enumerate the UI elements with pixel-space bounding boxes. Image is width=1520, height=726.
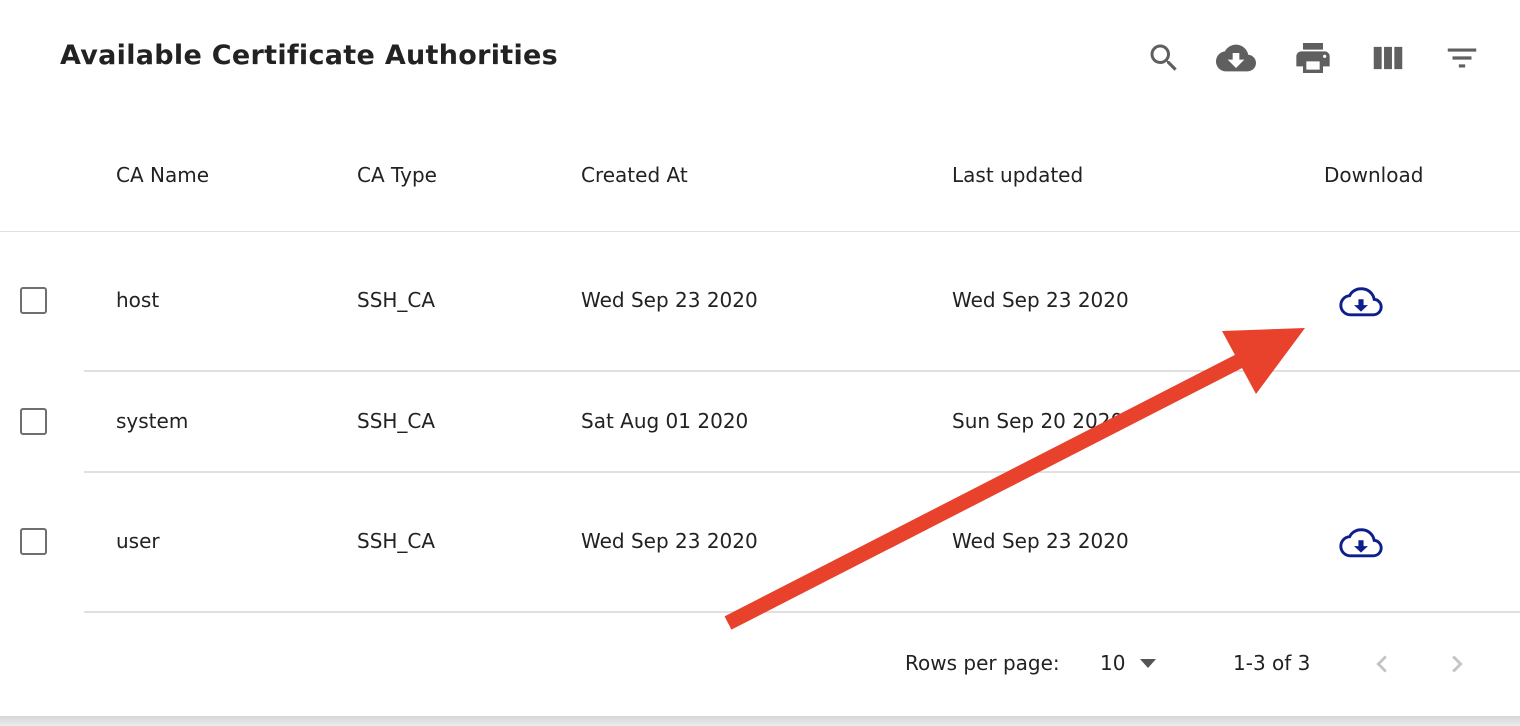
download-cloud-icon[interactable] xyxy=(1338,284,1384,320)
ca-type-cell: SSH_CA xyxy=(357,409,436,433)
column-header-ca-type[interactable]: CA Type xyxy=(357,163,437,187)
rows-per-page-value: 10 xyxy=(1100,651,1126,675)
chevron-left-icon xyxy=(1376,655,1387,673)
rows-per-page-label: Rows per page: xyxy=(905,651,1060,675)
filter-icon[interactable] xyxy=(1442,38,1482,78)
column-header-ca-name[interactable]: CA Name xyxy=(116,163,209,187)
ca-name-cell: user xyxy=(116,529,160,553)
rows-per-page-select[interactable]: 10 xyxy=(1096,641,1166,685)
row-select-checkbox[interactable] xyxy=(20,287,47,314)
row-divider xyxy=(84,611,1520,613)
chevron-right-icon xyxy=(1452,655,1463,673)
column-header-last-updated[interactable]: Last updated xyxy=(952,163,1083,187)
ca-name-cell: host xyxy=(116,288,160,312)
created-at-cell: Wed Sep 23 2020 xyxy=(581,288,758,312)
created-at-cell: Wed Sep 23 2020 xyxy=(581,529,758,553)
created-at-cell: Sat Aug 01 2020 xyxy=(581,409,749,433)
ca-type-cell: SSH_CA xyxy=(357,529,436,553)
column-header-created-at[interactable]: Created At xyxy=(581,163,688,187)
cloud-download-icon[interactable] xyxy=(1216,38,1256,78)
pagination-range: 1-3 of 3 xyxy=(1233,651,1311,675)
ca-table-panel: Available Certificate Authorities CA Nam… xyxy=(0,0,1520,718)
row-divider xyxy=(84,370,1520,372)
page-title: Available Certificate Authorities xyxy=(60,40,559,71)
row-select-checkbox[interactable] xyxy=(20,408,47,435)
last-updated-cell: Wed Sep 23 2020 xyxy=(952,288,1129,312)
row-divider xyxy=(84,471,1520,473)
ca-type-cell: SSH_CA xyxy=(357,288,436,312)
print-icon[interactable] xyxy=(1293,38,1333,78)
last-updated-cell: Wed Sep 23 2020 xyxy=(952,529,1129,553)
caret-down-icon xyxy=(1140,659,1156,668)
column-header-download: Download xyxy=(1324,163,1424,187)
page-bottom-edge xyxy=(0,716,1520,726)
ca-name-cell: system xyxy=(116,409,189,433)
last-updated-cell: Sun Sep 20 2020 xyxy=(952,409,1124,433)
previous-page-button[interactable] xyxy=(1364,646,1400,682)
download-cloud-icon[interactable] xyxy=(1338,525,1384,561)
search-icon[interactable] xyxy=(1144,38,1184,78)
view-columns-icon[interactable] xyxy=(1368,38,1408,78)
header-divider xyxy=(0,231,1520,232)
row-select-checkbox[interactable] xyxy=(20,528,47,555)
next-page-button[interactable] xyxy=(1439,646,1475,682)
